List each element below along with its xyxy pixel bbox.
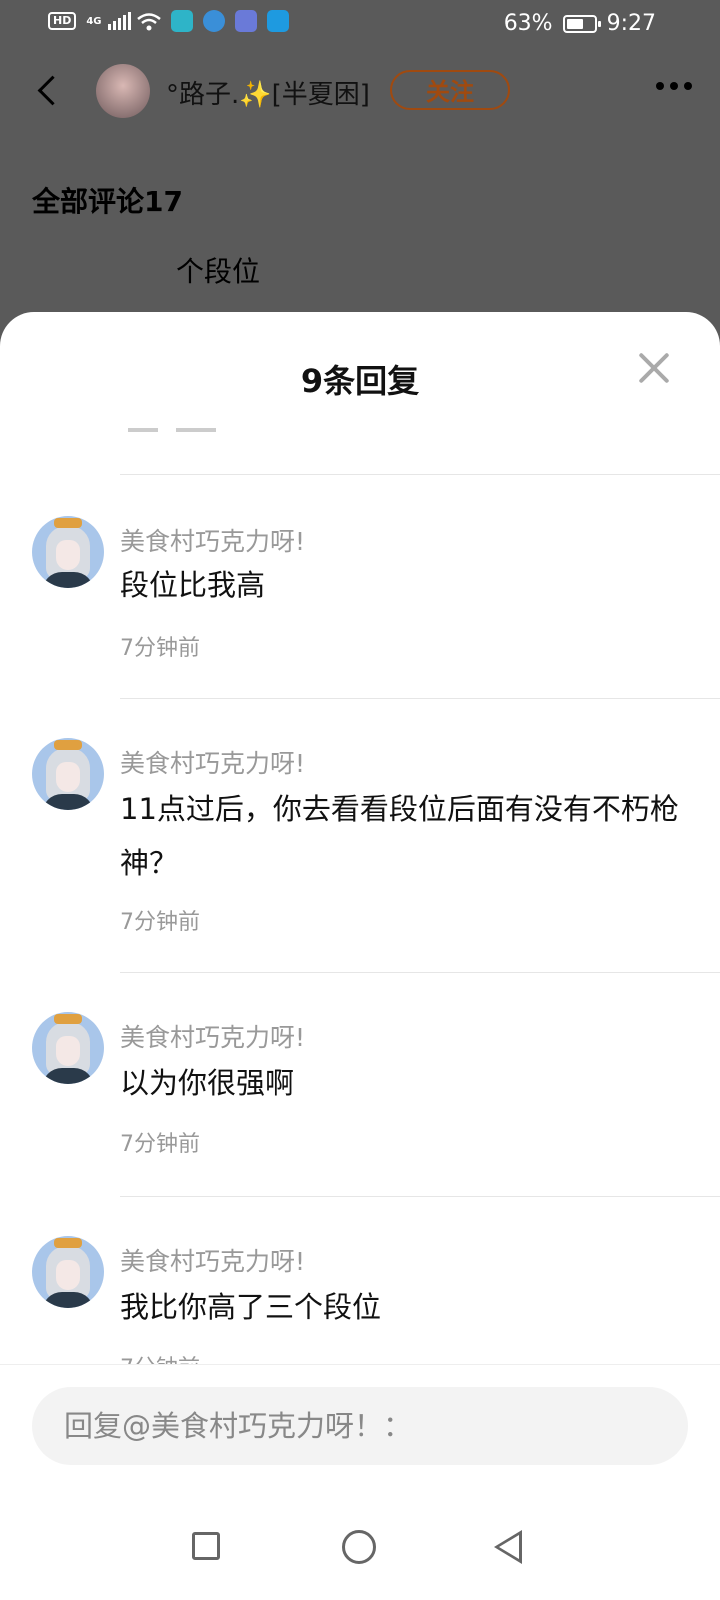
music-app-icon [234, 10, 257, 32]
hd-badge: HD [48, 12, 77, 30]
author-name[interactable]: °路子.✨[半夏困] [166, 74, 370, 111]
system-nav-bar [0, 1494, 720, 1600]
signal-icon [107, 12, 131, 30]
comment-snippet: 个段位 [176, 255, 261, 288]
reply-content: 段位比我高 [120, 568, 266, 602]
user-avatar[interactable] [32, 1012, 104, 1084]
wifi-icon [136, 12, 161, 31]
user-avatar[interactable] [32, 1236, 104, 1308]
more-options-icon[interactable] [656, 82, 692, 90]
reply-content: 11点过后，你去看看段位后面有没有不朽枪神？ [120, 792, 679, 880]
reply-username[interactable]: 美食村巧克力呀! [120, 1242, 305, 1278]
reply-item[interactable]: 美食村巧克力呀! 我比你高了三个段位 7分钟前 [0, 1196, 720, 1364]
user-avatar[interactable] [32, 516, 104, 588]
sheet-title: 9条回复 [300, 362, 420, 400]
background-page: HD 4G 63% 9:27 °路子.✨[半夏困] 关注 全部评论17 个段位 [0, 0, 720, 340]
reply-time: 7分钟前 [120, 910, 200, 935]
search-app-icon [266, 10, 289, 32]
reply-username[interactable]: 美食村巧克力呀! [120, 522, 305, 558]
nav-back-icon[interactable] [494, 1530, 522, 1564]
author-avatar[interactable] [96, 64, 150, 118]
follow-button[interactable]: 关注 [390, 70, 510, 110]
status-bar: HD 4G 63% 9:27 [0, 0, 720, 52]
reply-username[interactable]: 美食村巧克力呀! [120, 1018, 305, 1054]
user-avatar[interactable] [32, 738, 104, 810]
all-comments-heading: 全部评论17 [32, 185, 183, 218]
recents-icon[interactable] [192, 1532, 220, 1560]
home-icon[interactable] [342, 1530, 376, 1564]
reply-content: 以为你很强啊 [120, 1066, 295, 1100]
reply-bar [0, 1364, 720, 1495]
close-icon[interactable] [636, 350, 672, 386]
reply-time: 7分钟前 [120, 1350, 200, 1364]
browser-app-icon [202, 10, 225, 32]
clipped-reply-text [120, 426, 320, 434]
reply-input[interactable] [32, 1387, 688, 1465]
clock: 9:27 [606, 11, 656, 36]
battery-level [566, 18, 583, 29]
reply-content: 我比你高了三个段位 [120, 1290, 382, 1324]
reply-username[interactable]: 美食村巧克力呀! [120, 744, 305, 780]
divider [120, 972, 720, 973]
books-app-icon [170, 10, 193, 32]
divider [120, 698, 720, 699]
reply-time: 7分钟前 [120, 636, 200, 661]
battery-icon [562, 14, 601, 33]
battery-percent: 63% [503, 11, 553, 36]
divider [120, 474, 720, 475]
back-button[interactable] [30, 68, 70, 112]
post-header: °路子.✨[半夏困] 关注 [0, 60, 720, 120]
reply-time: 7分钟前 [120, 1132, 200, 1157]
network-type: 4G [86, 15, 102, 27]
replies-sheet: 9条回复 美食村巧克力呀! 段位比我高 7分钟前 美食村巧克力呀! 11点过后，… [0, 312, 720, 1600]
